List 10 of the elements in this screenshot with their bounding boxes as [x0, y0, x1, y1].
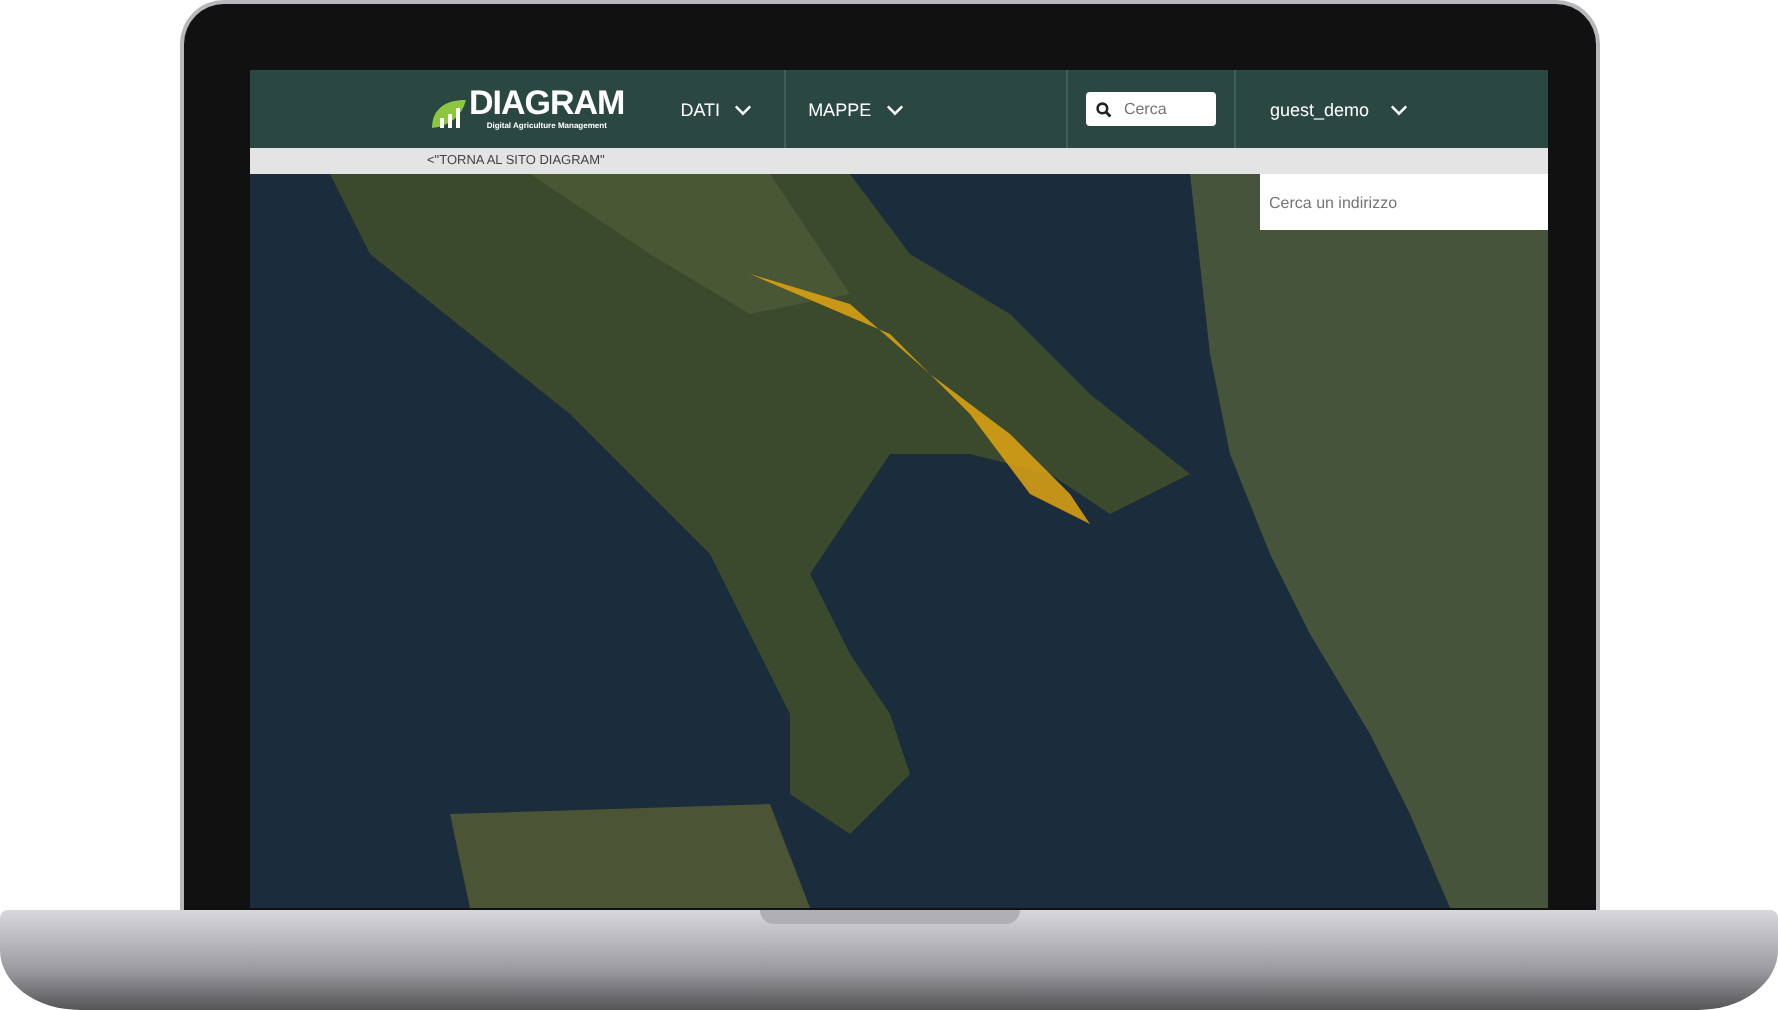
search-field[interactable]: Cerca	[1085, 92, 1216, 126]
chevron-down-icon	[885, 103, 904, 115]
chevron-down-icon	[734, 103, 753, 115]
search-icon	[1095, 101, 1112, 117]
logo-wordmark: DIAGRAM	[469, 88, 625, 120]
leaf-chart-icon	[427, 98, 467, 130]
user-menu[interactable]: guest_demo	[1235, 70, 1439, 148]
chevron-down-icon	[1389, 103, 1407, 115]
address-search-field[interactable]: Cerca un indirizzo	[1259, 174, 1547, 230]
nav-menu[interactable]: DATI	[680, 70, 785, 148]
